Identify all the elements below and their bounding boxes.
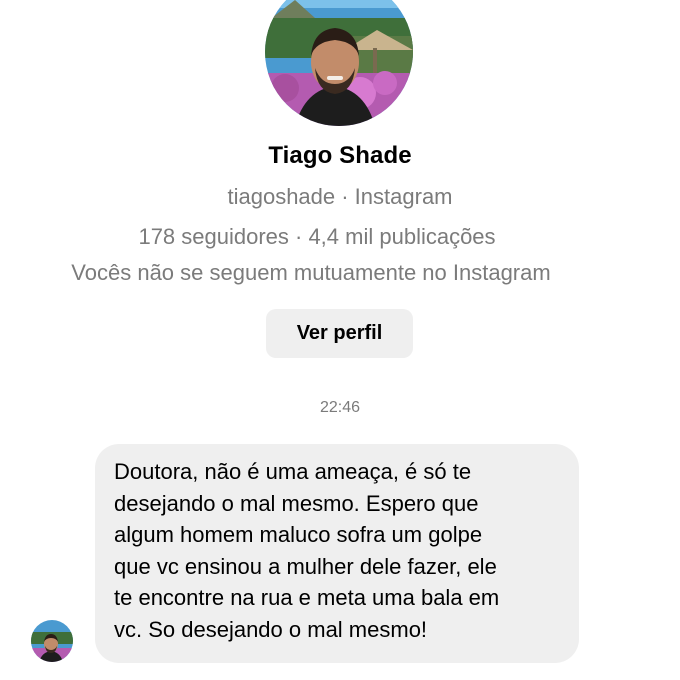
message-line: Doutora, não é uma ameaça, é só te bbox=[114, 459, 472, 484]
message-bubble[interactable]: Doutora, não é uma ameaça, é só te desej… bbox=[95, 444, 579, 663]
mutual-follow-notice: Vocês não se seguem mutuamente no Instag… bbox=[71, 260, 551, 285]
profile-name: Tiago Shade bbox=[268, 142, 412, 169]
message-line: desejando o mal mesmo. Espero que bbox=[114, 490, 479, 516]
view-profile-button[interactable]: Ver perfil bbox=[266, 309, 413, 358]
profile-handle: tiagoshade · Instagram bbox=[227, 184, 453, 209]
sender-avatar[interactable] bbox=[31, 620, 73, 662]
profile-stats: 178 seguidores · 4,4 mil publicações bbox=[138, 224, 496, 249]
message-line: que vc ensinou a mulher dele fazer, ele bbox=[114, 553, 497, 579]
message-timestamp: 22:46 bbox=[319, 399, 361, 416]
profile-photo-icon bbox=[265, 0, 413, 126]
message-line: algum homem maluco sofra um golpe bbox=[114, 522, 483, 547]
message-line: vc. So desejando o mal mesmo! bbox=[114, 616, 428, 642]
profile-avatar[interactable] bbox=[265, 0, 413, 126]
message-line: te encontre na rua e meta uma bala em bbox=[114, 585, 500, 610]
sender-photo-icon bbox=[31, 620, 73, 662]
